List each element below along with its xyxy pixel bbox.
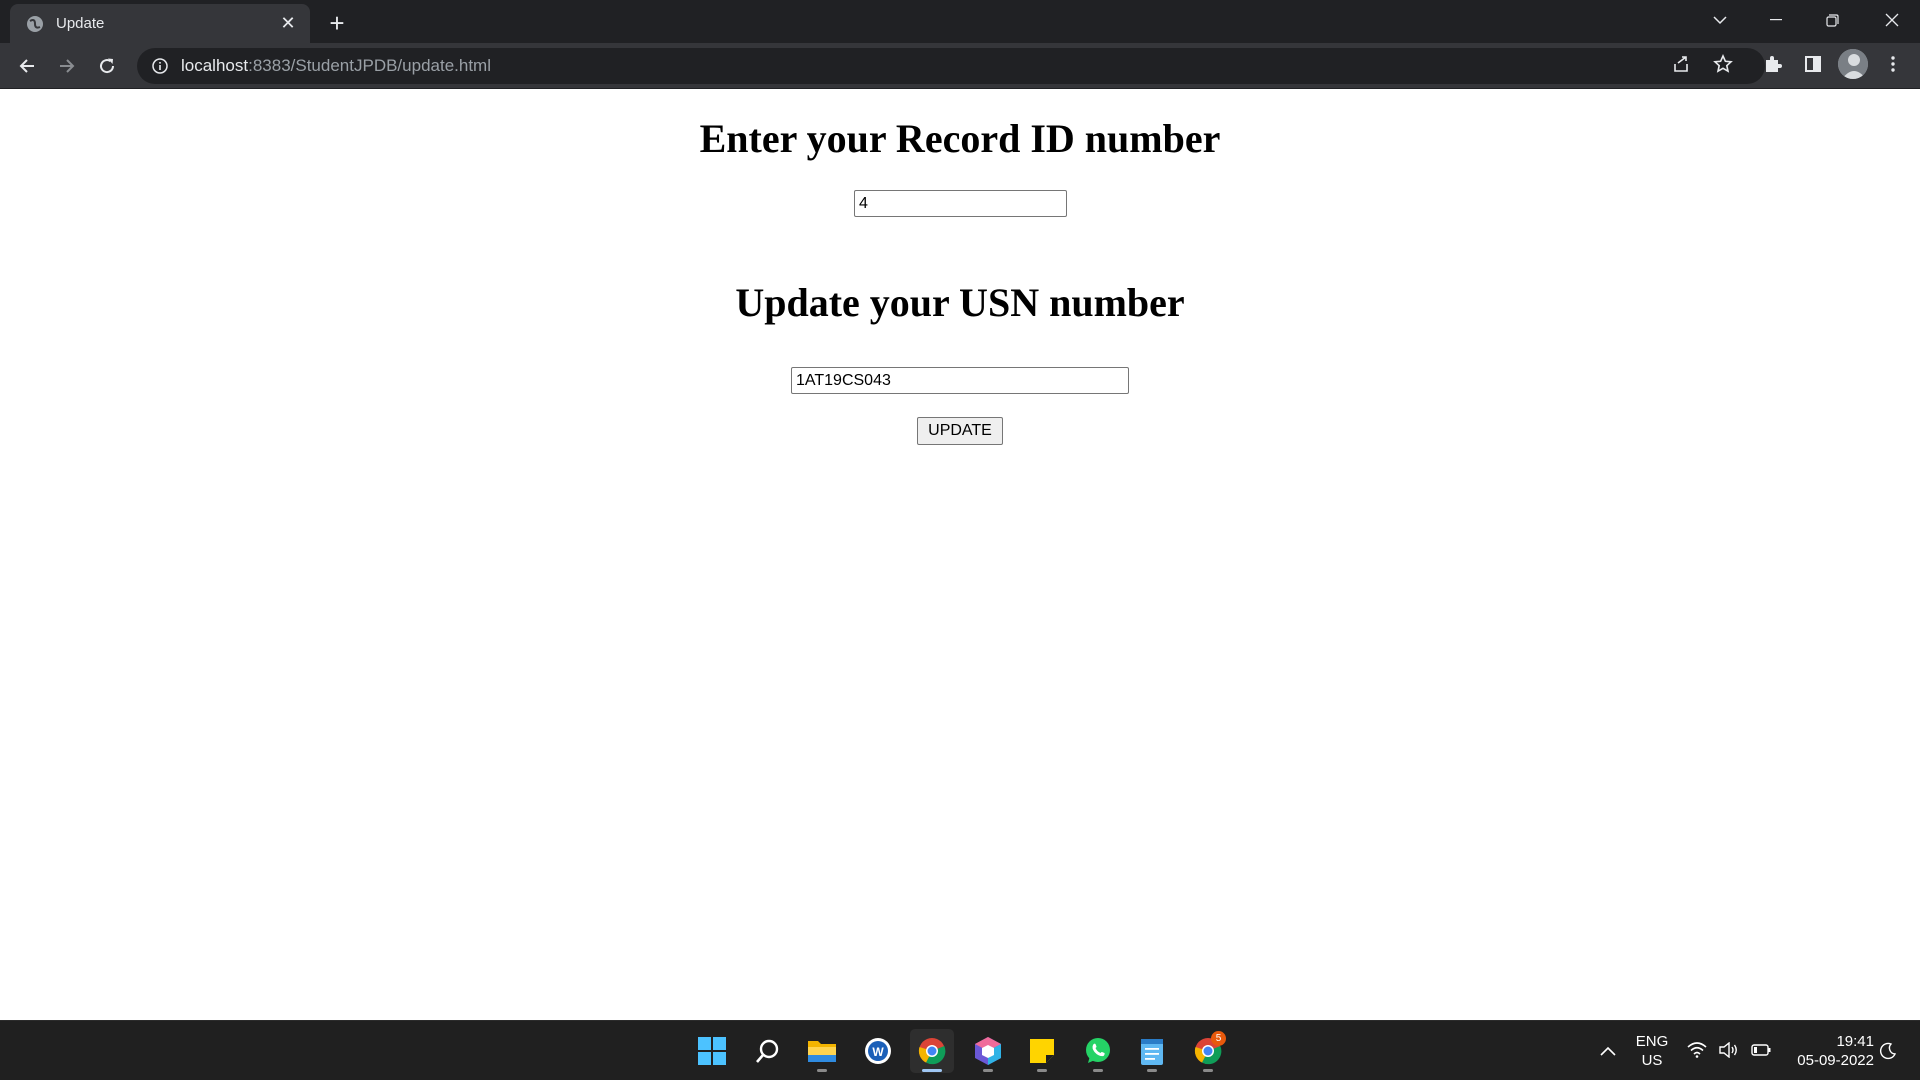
minimize-button[interactable] [1748,0,1804,40]
clock[interactable]: 19:41 05-09-2022 [1778,1032,1874,1070]
clock-date: 05-09-2022 [1797,1052,1874,1069]
reload-button[interactable] [91,50,123,82]
chrome-icon[interactable] [910,1029,954,1073]
windows-taskbar: W 5 ENG US 19:41 05-09-2022 [0,1020,1920,1080]
profile-avatar[interactable] [1838,49,1868,79]
search-icon[interactable] [746,1029,790,1073]
clock-time: 19:41 [1836,1033,1874,1050]
globe-icon [26,15,44,33]
notepad-icon[interactable] [1130,1029,1174,1073]
record-id-heading: Enter your Record ID number [699,116,1221,161]
tab-strip: Update ✕ + [0,0,1920,43]
box-app-icon[interactable] [966,1029,1010,1073]
wifi-icon[interactable] [1686,1039,1708,1061]
more-menu-icon[interactable] [1880,51,1906,77]
update-button[interactable]: UPDATE [917,417,1003,445]
file-explorer-icon[interactable] [800,1029,844,1073]
side-panel-icon[interactable] [1800,51,1826,77]
restore-button[interactable] [1804,0,1860,40]
svg-text:W: W [872,1045,884,1059]
browser-toolbar: localhost:8383/StudentJPDB/update.html [0,43,1920,89]
chrome-profile-icon[interactable]: 5 [1186,1029,1230,1073]
system-tray[interactable] [1686,1039,1772,1061]
show-hidden-icons-chevron-icon[interactable] [1596,1039,1620,1063]
start-icon[interactable] [690,1029,734,1073]
record-id-input[interactable] [854,190,1067,217]
region-code: US [1641,1052,1663,1069]
extensions-icon[interactable] [1760,51,1786,77]
share-icon[interactable] [1668,51,1694,77]
url-path: :8383/StudentJPDB/update.html [248,56,491,75]
language-code: ENG [1635,1033,1669,1050]
tab-title: Update [56,15,105,32]
address-bar[interactable]: localhost:8383/StudentJPDB/update.html [137,48,1765,84]
close-tab-icon[interactable]: ✕ [278,13,298,34]
bookmark-star-icon[interactable] [1710,51,1736,77]
usn-heading: Update your USN number [735,280,1185,325]
whatsapp-icon[interactable] [1076,1029,1120,1073]
forward-button[interactable] [51,50,83,82]
volume-icon[interactable] [1718,1039,1740,1061]
new-tab-button[interactable]: + [322,8,352,38]
back-button[interactable] [11,50,43,82]
tab-search-icon[interactable] [1692,0,1748,40]
site-info-icon[interactable] [151,57,169,75]
chrome-badge: 5 [1211,1031,1226,1046]
word-icon[interactable]: W [856,1029,900,1073]
focus-assist-moon-icon[interactable] [1876,1039,1900,1063]
page-content: Enter your Record ID number Update your … [0,89,1920,1020]
url-host: localhost [181,56,249,75]
usn-input[interactable] [791,367,1129,394]
battery-icon[interactable] [1750,1039,1772,1061]
close-window-button[interactable] [1864,0,1920,40]
sticky-notes-icon[interactable] [1020,1029,1064,1073]
tab-update[interactable]: Update ✕ [10,4,310,43]
language-indicator[interactable]: ENG US [1630,1032,1674,1070]
